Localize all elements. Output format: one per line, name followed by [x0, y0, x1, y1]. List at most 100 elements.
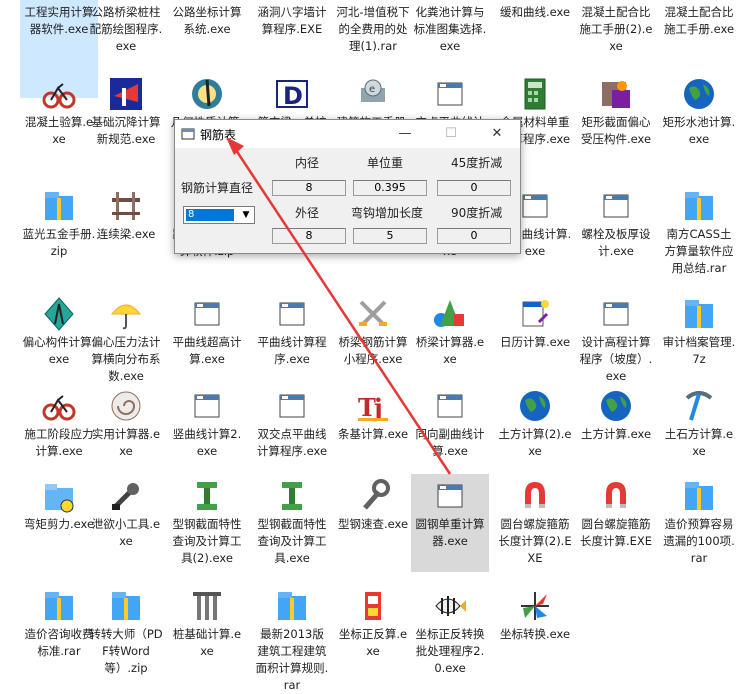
- umbrella-icon: [108, 296, 144, 332]
- desktop-icon[interactable]: 坐标转换.exe: [496, 584, 574, 682]
- desktop-icon[interactable]: 审计档案管理.7z: [660, 292, 738, 390]
- desktop-icon[interactable]: 土方计算(2).exe: [496, 384, 574, 482]
- desktop-icon-label: 转转大师（PDF转Word等）.zip: [89, 627, 163, 675]
- desktop-icon[interactable]: 转转大师（PDF转Word等）.zip: [87, 584, 165, 682]
- label-inner-diameter: 内径: [295, 156, 320, 170]
- desktop-icon[interactable]: 桩基础计算.exe: [168, 584, 246, 682]
- desktop-icon[interactable]: 土石方计算.exe: [660, 384, 738, 482]
- label-rebar-calc-diameter: 钢筋计算直径: [181, 181, 254, 195]
- compasstool-icon: [41, 296, 77, 332]
- window-icon: [517, 188, 553, 224]
- desktop-icon[interactable]: 泄欲小工具.exe: [87, 474, 165, 572]
- desktop-icon[interactable]: 设计高程计算程序（坡度）.exe: [577, 292, 655, 390]
- robot-icon: [355, 588, 391, 624]
- desktop-icon[interactable]: 型钢截面特性查询及计算工具(2).exe: [168, 474, 246, 572]
- combobox-selected-value: 8: [186, 209, 234, 221]
- swords-icon: [355, 296, 391, 332]
- dialog-titlebar[interactable]: 钢筋表 — ☐ ✕: [175, 120, 520, 148]
- outer-diameter-field[interactable]: 8: [272, 228, 346, 244]
- folderbadge-icon: [41, 478, 77, 514]
- reduction-90-field[interactable]: 0: [437, 228, 511, 244]
- desktop-icon[interactable]: 圆台螺旋箍筋长度计算.EXE: [577, 474, 655, 572]
- desktop-icon-label: 缓和曲线.exe: [499, 5, 571, 19]
- magnet-icon: [598, 478, 634, 514]
- bike-icon: [41, 388, 77, 424]
- desktop-icon[interactable]: 双交点平曲线计算程序.exe: [253, 384, 331, 482]
- desktop-icon[interactable]: 同向副曲线计算.exe: [411, 384, 489, 482]
- desktop-icon[interactable]: 螺栓及板厚设计.exe: [577, 184, 655, 282]
- desktop-icon-label: 圆台螺旋箍筋长度计算.EXE: [579, 517, 653, 548]
- window-icon: [274, 296, 310, 332]
- desktop-icon-label: 桥梁钢筋计算小程序.exe: [338, 335, 408, 366]
- desktop-icon[interactable]: 日历计算.exe: [496, 292, 574, 390]
- desktop-icon-label: 土石方计算.exe: [664, 427, 734, 458]
- printer-icon: e: [355, 76, 391, 112]
- desktop-icon[interactable]: 竖曲线计算2.exe: [168, 384, 246, 482]
- desktop-icon-label: 平曲线超高计算.exe: [172, 335, 242, 366]
- close-button[interactable]: ✕: [474, 120, 520, 148]
- desktop-icon-label: 实用计算器.exe: [91, 427, 161, 458]
- window-icon: [189, 388, 225, 424]
- dialog-title: 钢筋表: [200, 128, 237, 142]
- desktop-icon-label: 土方计算(2).exe: [498, 427, 572, 458]
- axes-icon: [517, 588, 553, 624]
- fish-icon: [432, 588, 468, 624]
- shapes-icon: [432, 296, 468, 332]
- desktop-icon[interactable]: 造价预算容易遗漏的100项.rar: [660, 474, 738, 572]
- desktop-icon[interactable]: 圆台螺旋箍筋长度计算(2).EXE: [496, 474, 574, 572]
- desktop-icon[interactable]: 矩形水池计算.exe: [660, 72, 738, 170]
- pick-icon: [681, 388, 717, 424]
- window-icon: [598, 296, 634, 332]
- flag-icon: [108, 76, 144, 112]
- desktop-icon-label: 坐标正反转换批处理程序2.0.exe: [415, 627, 485, 675]
- desktop-icon[interactable]: 型钢速查.exe: [334, 474, 412, 572]
- globe-icon: [681, 76, 717, 112]
- diameter-combobox[interactable]: 8 ▼: [183, 206, 255, 224]
- zip-icon: [681, 188, 717, 224]
- minimize-button[interactable]: —: [382, 120, 428, 148]
- desktop-icon[interactable]: 基础沉降计算新规范.exe: [87, 72, 165, 170]
- rebar-table-dialog[interactable]: 钢筋表 — ☐ ✕ 内径 单位重 45度折减 钢筋计算直径 8 0.395 0 …: [174, 119, 521, 254]
- desktop-icon[interactable]: 桥梁钢筋计算小程序.exe: [334, 292, 412, 390]
- desktop-icon[interactable]: 平曲线超高计算.exe: [168, 292, 246, 390]
- svg-text:D: D: [283, 82, 303, 110]
- zip-icon: [681, 478, 717, 514]
- desktop-icon-label: 南方CASS土方算量软件应用总结.rar: [664, 227, 734, 275]
- unit-weight-field[interactable]: 0.395: [353, 180, 427, 196]
- bike-icon: [41, 76, 77, 112]
- reduction-45-field[interactable]: 0: [437, 180, 511, 196]
- desktop: 工程实用计算器软件.exe 公路桥梁桩柱配筋绘图程序.exe 公路坐标计算系统.ex…: [0, 0, 746, 693]
- desktop-icon-label: 型钢截面特性查询及计算工具(2).exe: [172, 517, 242, 565]
- desktop-icon-label: 同向副曲线计算.exe: [415, 427, 485, 458]
- window-icon: [432, 76, 468, 112]
- hook-length-field[interactable]: 5: [353, 228, 427, 244]
- desktop-icon[interactable]: 圆钢单重计算器.exe: [411, 474, 489, 572]
- desktop-icon[interactable]: 连续梁.exe: [87, 184, 165, 282]
- desktop-icon[interactable]: 坐标正反转换批处理程序2.0.exe: [411, 584, 489, 682]
- desktop-icon[interactable]: 土方计算.exe: [577, 384, 655, 482]
- desktop-icon-label: 螺栓及板厚设计.exe: [581, 227, 651, 258]
- desktop-icon[interactable]: 平曲线计算程序.exe: [253, 292, 331, 390]
- maximize-button[interactable]: ☐: [428, 120, 474, 148]
- desktop-icon-label: 基础沉降计算新规范.exe: [91, 115, 161, 146]
- tj-icon: Tj: [355, 388, 391, 424]
- desktop-icon[interactable]: 型钢截面特性查询及计算工具.exe: [253, 474, 331, 572]
- desktop-icon[interactable]: 矩形截面偏心受压构件.exe: [577, 72, 655, 170]
- desktop-icon[interactable]: 偏心压力法计算横向分布系数.exe: [87, 292, 165, 390]
- desktop-icon-label: 审计档案管理.7z: [662, 335, 736, 366]
- ibeam-icon: [274, 478, 310, 514]
- desktop-icon[interactable]: 桥梁计算器.exe: [411, 292, 489, 390]
- desktop-icon[interactable]: Tj 条基计算.exe: [334, 384, 412, 482]
- inner-diameter-field[interactable]: 8: [272, 180, 346, 196]
- chevron-down-icon[interactable]: ▼: [238, 207, 254, 223]
- desktop-icon-label: 圆钢单重计算器.exe: [415, 517, 485, 548]
- desktop-icon[interactable]: 坐标正反算.exe: [334, 584, 412, 682]
- desktop-icon[interactable]: 南方CASS土方算量软件应用总结.rar: [660, 184, 738, 282]
- label-unit-weight: 单位重: [367, 156, 404, 170]
- desktop-icon-label: 条基计算.exe: [337, 427, 409, 441]
- desktop-icon-label: 坐标转换.exe: [499, 627, 571, 641]
- desktop-icon-label: 造价预算容易遗漏的100项.rar: [663, 517, 735, 565]
- desktop-icon-label: 公路桥梁桩柱配筋绘图程序.exe: [89, 5, 163, 53]
- desktop-icon[interactable]: 最新2013版建筑工程建筑面积计算规则.rar: [253, 584, 331, 692]
- desktop-icon[interactable]: 实用计算器.exe: [87, 384, 165, 482]
